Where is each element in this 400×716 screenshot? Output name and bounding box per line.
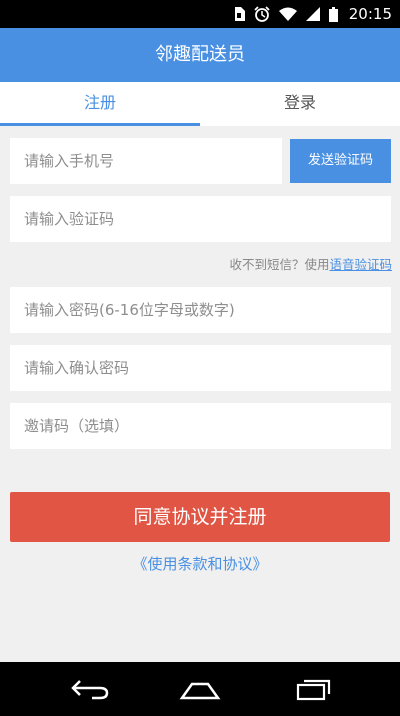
tab-register[interactable]: 注册 bbox=[0, 82, 200, 126]
hint-text: 收不到短信？使用 bbox=[229, 257, 330, 272]
phone-placeholder: 请输入手机号 bbox=[24, 152, 115, 170]
back-button[interactable] bbox=[50, 662, 130, 716]
sim-card-icon bbox=[233, 7, 245, 21]
voice-code-link[interactable]: 语音验证码 bbox=[329, 257, 392, 272]
terms-link[interactable]: 《使用条款和协议》 bbox=[0, 553, 400, 574]
tab-login[interactable]: 登录 bbox=[200, 82, 400, 126]
navigation-bar bbox=[0, 662, 400, 716]
send-code-button[interactable]: 发送验证码 bbox=[290, 139, 391, 183]
status-bar: 20:15 bbox=[0, 0, 400, 28]
invite-placeholder: 邀请码（选填） bbox=[24, 417, 130, 435]
recent-apps-icon bbox=[296, 677, 332, 701]
status-time: 20:15 bbox=[348, 5, 392, 23]
back-icon bbox=[70, 678, 110, 700]
app-bar: 邻趣配送员 bbox=[0, 28, 400, 82]
status-icons: 20:15 bbox=[233, 0, 392, 28]
sms-hint: 收不到短信？使用语音验证码 bbox=[229, 254, 392, 273]
wifi-icon bbox=[278, 7, 297, 21]
battery-icon bbox=[328, 6, 338, 22]
register-button[interactable]: 同意协议并注册 bbox=[10, 492, 390, 542]
code-input[interactable]: 请输入验证码 bbox=[10, 196, 391, 242]
password-placeholder: 请输入密码(6-16位字母或数字) bbox=[24, 301, 235, 319]
code-placeholder: 请输入验证码 bbox=[24, 210, 115, 228]
phone-input[interactable]: 请输入手机号 bbox=[10, 138, 282, 184]
tab-bar: 注册 登录 bbox=[0, 82, 400, 126]
alarm-icon bbox=[254, 6, 270, 22]
password-input[interactable]: 请输入密码(6-16位字母或数字) bbox=[10, 287, 391, 333]
recent-apps-button[interactable] bbox=[274, 662, 354, 716]
home-button[interactable] bbox=[160, 662, 240, 716]
signal-icon bbox=[305, 7, 320, 21]
confirm-password-placeholder: 请输入确认密码 bbox=[24, 359, 130, 377]
page-title: 邻趣配送员 bbox=[155, 44, 245, 65]
confirm-password-input[interactable]: 请输入确认密码 bbox=[10, 345, 391, 391]
home-icon bbox=[178, 678, 222, 700]
invite-code-input[interactable]: 邀请码（选填） bbox=[10, 403, 391, 449]
